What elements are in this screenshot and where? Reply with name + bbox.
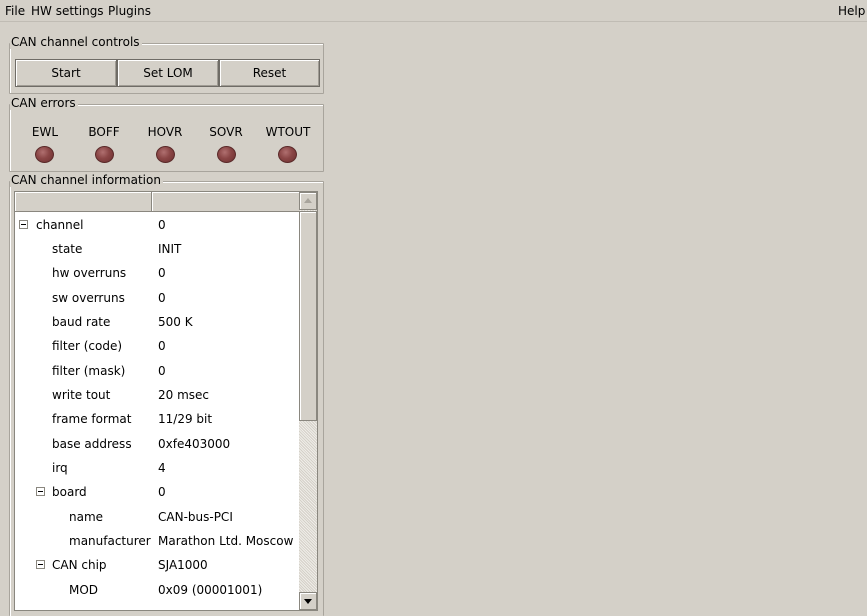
ewl-label: EWL (31, 125, 59, 139)
tree-row-can-chip[interactable]: CAN chip SJA1000 (15, 552, 299, 576)
tree-row-name: hw overruns (52, 266, 127, 280)
sovr-indicator-icon (217, 146, 236, 163)
boff-label: BOFF (88, 125, 120, 139)
ewl-indicator-icon (35, 146, 54, 163)
tree-row-name: filter (code) (52, 339, 123, 353)
menu-help[interactable]: Help (838, 5, 865, 18)
boff-indicator-icon (95, 146, 114, 163)
tree-row-name: MOD (69, 583, 99, 597)
tree-row-name: CAN chip (52, 558, 107, 572)
menu-hw-settings[interactable]: HW settings (31, 5, 104, 18)
wtout-label: WTOUT (265, 125, 311, 139)
tree-row-value: 0 (158, 266, 166, 280)
can-errors-group: CAN errors EWL BOFF HOVR SOVR WTOUT (9, 96, 324, 172)
set-lom-button[interactable]: Set LOM (117, 59, 219, 87)
tree-row-value: 0x09 (00001001) (158, 583, 263, 597)
menu-file[interactable]: File (5, 5, 25, 18)
tree-row[interactable]: baud rate 500 K (15, 309, 299, 333)
tree-row[interactable]: filter (code) 0 (15, 333, 299, 357)
tree-row-value: 11/29 bit (158, 412, 213, 426)
collapse-icon[interactable] (36, 487, 45, 496)
tree-row[interactable]: filter (mask) 0 (15, 358, 299, 382)
tree-row-name: sw overruns (52, 291, 125, 305)
tree-row-value: 0 (158, 339, 166, 353)
collapse-icon[interactable] (19, 220, 28, 229)
tree-row-name: irq (52, 461, 68, 475)
scrollbar-thumb[interactable] (299, 211, 317, 421)
tree-row[interactable]: manufacturer Marathon Ltd. Moscow (15, 528, 299, 552)
tree-row-name: channel (36, 218, 84, 232)
hovr-label: HOVR (147, 125, 183, 139)
tree-row-value: 4 (158, 461, 166, 475)
tree-row-name: baud rate (52, 315, 111, 329)
tree-row[interactable]: irq 4 (15, 455, 299, 479)
channel-controls-title: CAN channel controls (10, 35, 142, 49)
tree-header (15, 192, 300, 212)
tree-row-value: INIT (158, 242, 182, 256)
tree-row-name: filter (mask) (52, 364, 126, 378)
tree-row[interactable]: hw overruns 0 (15, 260, 299, 284)
tree-row-value: 500 K (158, 315, 193, 329)
can-errors-title: CAN errors (10, 96, 78, 110)
tree-row-name: frame format (52, 412, 132, 426)
hovr-indicator-icon (156, 146, 175, 163)
reset-button[interactable]: Reset (219, 59, 320, 87)
tree-row-value: 20 msec (158, 388, 210, 402)
tree-row-value: Marathon Ltd. Moscow (158, 534, 294, 548)
tree-row-board[interactable]: board 0 (15, 479, 299, 503)
tree-row-name: state (52, 242, 83, 256)
tree-row-value: 0 (158, 364, 166, 378)
tree-header-value-column[interactable] (152, 192, 300, 212)
tree-row[interactable]: state INIT (15, 236, 299, 260)
tree-row-name: manufacturer (69, 534, 151, 548)
tree-row-value: CAN-bus-PCI (158, 510, 233, 524)
channel-info-tree[interactable]: channel 0 state INIT hw overruns 0 sw ov… (14, 191, 318, 611)
tree-row-value: SJA1000 (158, 558, 208, 572)
tree-row[interactable]: base address 0xfe403000 (15, 431, 299, 455)
tree-header-name-column[interactable] (15, 192, 152, 212)
scroll-down-button[interactable] (299, 592, 317, 610)
channel-controls-group: CAN channel controls Start Set LOM Reset (9, 35, 324, 94)
tree-vertical-scrollbar[interactable] (299, 192, 317, 610)
channel-info-title: CAN channel information (10, 173, 163, 187)
collapse-icon[interactable] (36, 560, 45, 569)
tree-row[interactable]: MOD 0x09 (00001001) (15, 577, 299, 601)
wtout-indicator-icon (278, 146, 297, 163)
scroll-up-button[interactable] (299, 192, 317, 210)
menu-plugins[interactable]: Plugins (108, 5, 151, 18)
tree-row[interactable]: sw overruns 0 (15, 285, 299, 309)
sovr-label: SOVR (209, 125, 243, 139)
tree-row[interactable]: frame format 11/29 bit (15, 406, 299, 430)
tree-row-name: board (52, 485, 87, 499)
arrow-up-icon (304, 198, 312, 203)
tree-row-value: 0xfe403000 (158, 437, 231, 451)
tree-row-name: base address (52, 437, 132, 451)
tree-row-name: name (69, 510, 104, 524)
start-button[interactable]: Start (15, 59, 117, 87)
tree-row-value: 0 (158, 218, 166, 232)
tree-row-name: write tout (52, 388, 111, 402)
tree-row[interactable]: write tout 20 msec (15, 382, 299, 406)
tree-row[interactable]: name CAN-bus-PCI (15, 504, 299, 528)
menubar: File HW settings Plugins Help (0, 0, 867, 22)
tree-row-channel[interactable]: channel 0 (15, 212, 299, 236)
arrow-down-icon (304, 599, 312, 604)
tree-row-value: 0 (158, 291, 166, 305)
tree-row-value: 0 (158, 485, 166, 499)
